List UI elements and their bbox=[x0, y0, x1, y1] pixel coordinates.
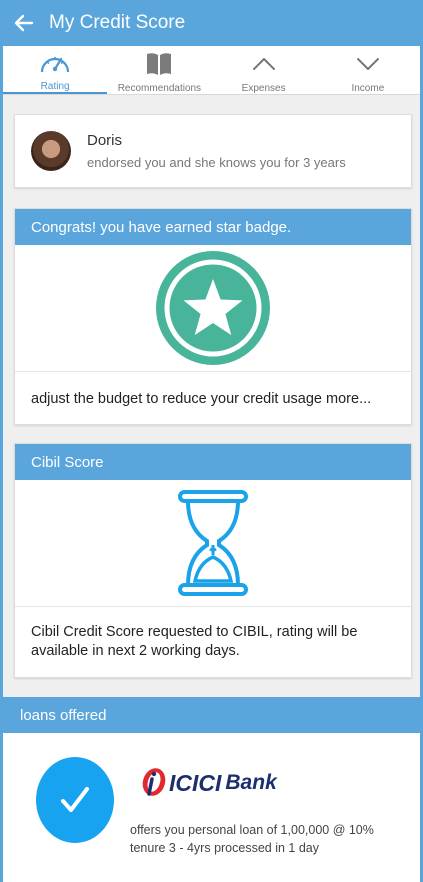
loan-offer-item[interactable]: ICICI Bank offers you personal loan of 1… bbox=[3, 733, 420, 882]
back-button[interactable] bbox=[9, 8, 39, 38]
select-offer-button[interactable] bbox=[36, 757, 114, 843]
cibil-score-card: Cibil Score Cibil Credit Score requested… bbox=[14, 443, 412, 678]
icici-bank-logo: ICICI Bank bbox=[139, 767, 277, 799]
card-header: loans offered bbox=[3, 697, 420, 733]
hourglass-icon bbox=[178, 490, 248, 596]
card-header: Cibil Score bbox=[15, 444, 411, 480]
tab-expenses[interactable]: Expenses bbox=[212, 46, 316, 94]
arrow-left-icon bbox=[14, 14, 34, 32]
card-header: Congrats! you have earned star badge. bbox=[15, 209, 411, 245]
offer-line-2: tenure 3 - 4yrs processed in 1 day bbox=[130, 841, 319, 855]
avatar bbox=[31, 131, 71, 171]
endorsement-text: endorsed you and she knows you for 3 yea… bbox=[87, 155, 346, 170]
speedometer-icon bbox=[41, 57, 70, 73]
app-frame: My Credit Score Rating Recommendations E… bbox=[0, 0, 423, 882]
tab-label: Expenses bbox=[241, 83, 286, 94]
bank-suffix: Bank bbox=[225, 771, 277, 794]
chevron-up-icon bbox=[252, 58, 275, 70]
check-icon bbox=[61, 787, 89, 812]
star-badge-card: Congrats! you have earned star badge. ad… bbox=[14, 208, 412, 425]
tab-recommendations[interactable]: Recommendations bbox=[107, 46, 211, 94]
chevron-down-icon bbox=[356, 58, 379, 70]
tab-income[interactable]: Income bbox=[316, 46, 420, 94]
page-title: My Credit Score bbox=[49, 12, 186, 33]
tab-label: Rating bbox=[40, 81, 70, 92]
cibil-message: Cibil Credit Score requested to CIBIL, r… bbox=[31, 624, 358, 659]
offer-line-1: offers you personal loan of 1,00,000 @ 1… bbox=[130, 823, 374, 837]
icici-mark-icon bbox=[142, 768, 166, 796]
bank-name: ICICI bbox=[169, 769, 222, 796]
tab-rating[interactable]: Rating bbox=[3, 46, 108, 94]
loans-offered-section: loans offered ICICI Bank offers you pers… bbox=[3, 697, 420, 882]
star-badge-icon bbox=[156, 251, 270, 365]
tab-label: Income bbox=[351, 83, 385, 94]
endorser-name: Doris bbox=[87, 132, 123, 149]
tab-bar: Rating Recommendations Expenses Income bbox=[3, 46, 420, 95]
loan-offer-text: offers you personal loan of 1,00,000 @ 1… bbox=[130, 821, 415, 857]
book-icon bbox=[147, 53, 172, 75]
tab-label: Recommendations bbox=[117, 83, 202, 94]
endorsement-card[interactable]: Doris endorsed you and she knows you for… bbox=[14, 114, 412, 188]
app-bar: My Credit Score bbox=[3, 0, 420, 46]
badge-message: adjust the budget to reduce your credit … bbox=[31, 390, 372, 407]
